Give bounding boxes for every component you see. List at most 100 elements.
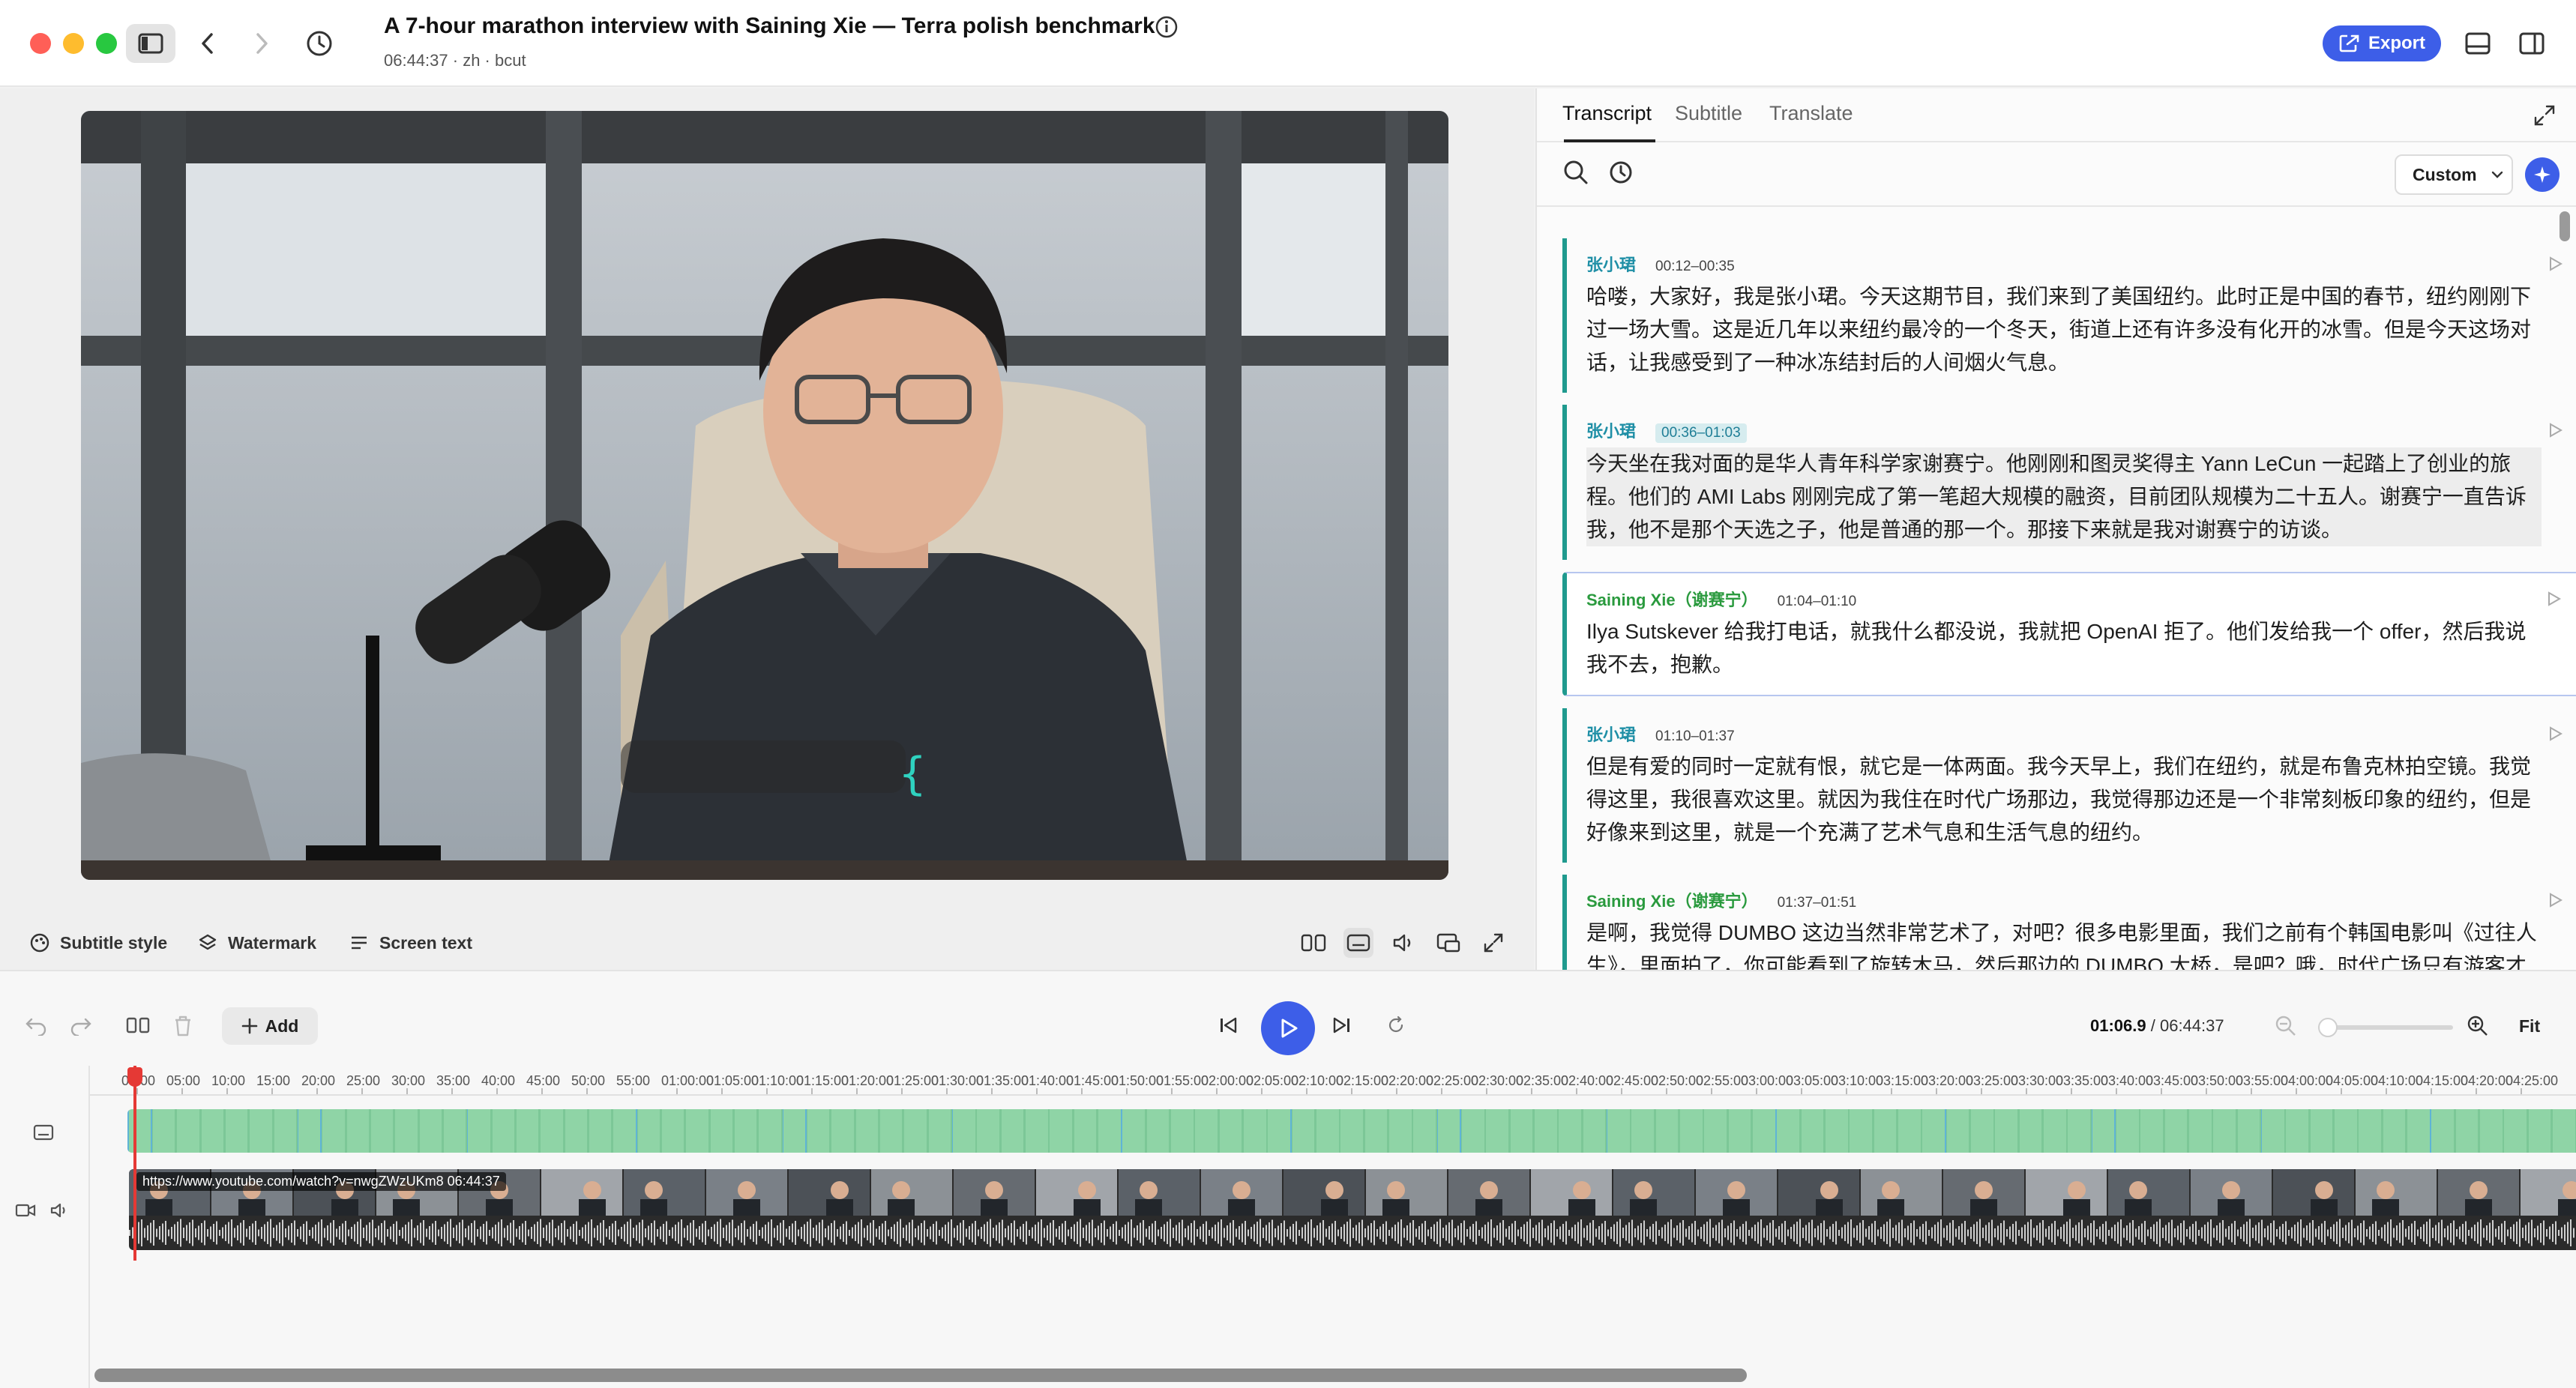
audio-waveform-bar [2498, 1226, 2500, 1240]
transcript-entry-active[interactable]: Saining Xie（谢赛宁） 01:04–01:10 Ilya Sutskev… [1562, 572, 2576, 696]
loop-button[interactable] [1385, 1015, 1412, 1042]
entry-text[interactable]: 今天坐在我对面的是华人青年科学家谢赛宁。他刚刚和图灵奖得主 Yann LeCun… [1586, 447, 2542, 546]
audio-waveform-bar [2096, 1229, 2098, 1237]
entry-text[interactable]: 哈喽，大家好，我是张小珺。今天这期节目，我们来到了美国纽约。此时正是中国的春节，… [1586, 280, 2542, 379]
skip-forward-button[interactable] [1330, 1013, 1360, 1043]
audio-waveform-bar [159, 1226, 160, 1240]
export-button[interactable]: Export [2323, 25, 2441, 61]
timeline-scrollbar[interactable] [94, 1369, 1747, 1382]
timeline-ruler[interactable]: 00:0005:0010:0015:0020:0025:0030:0035:00… [90, 1066, 2576, 1096]
text-lines-icon [352, 936, 367, 950]
ai-assist-button[interactable] [2525, 157, 2560, 192]
play-segment-icon[interactable] [2545, 590, 2563, 608]
playhead[interactable] [133, 1066, 136, 1261]
tab-subtitle[interactable]: Subtitle [1675, 102, 1742, 125]
audio-waveform-bar [1955, 1228, 1957, 1237]
sidebar-toggle-button[interactable] [126, 24, 175, 63]
audio-waveform-bar [2213, 1228, 2215, 1238]
fullscreen-button[interactable] [1478, 928, 1508, 958]
transcript-entry[interactable]: 张小珺 00:12–00:35 哈喽，大家好，我是张小珺。今天这期节目，我们来到了… [1562, 238, 2576, 393]
layout-bottom-button[interactable] [2462, 28, 2494, 58]
volume-button[interactable] [1388, 928, 1418, 958]
subtitle-track[interactable] [127, 1109, 2576, 1153]
play-segment-icon[interactable] [2546, 891, 2564, 909]
fit-button[interactable]: Fit [2519, 1016, 2540, 1037]
history-button[interactable] [303, 27, 336, 60]
audio-track-icon[interactable] [49, 1202, 69, 1219]
ruler-tick [1351, 1088, 1352, 1094]
audio-waveform-bar [138, 1222, 139, 1244]
speaker-name[interactable]: 张小珺 [1586, 722, 1636, 746]
tab-translate[interactable]: Translate [1769, 102, 1853, 125]
play-button[interactable] [1261, 1001, 1315, 1055]
close-window-button[interactable] [30, 33, 51, 54]
expand-panel-button[interactable] [2533, 103, 2560, 130]
screen-text-button[interactable]: Screen text [349, 919, 472, 967]
video-preview[interactable]: { [81, 111, 1448, 880]
search-button[interactable] [1562, 159, 1592, 189]
redo-button[interactable] [69, 1015, 96, 1042]
speaker-name[interactable]: 张小珺 [1586, 252, 1636, 276]
subtitle-segment-divider [1872, 1109, 1874, 1153]
audio-waveform-bar [1535, 1225, 1537, 1241]
play-segment-icon[interactable] [2546, 725, 2564, 743]
transcript-entry[interactable]: 张小珺 01:10–01:37 但是有爱的同时一定就有恨，就它是一体两面。我今天早… [1562, 708, 2576, 863]
transcript-entry[interactable]: 张小珺 00:36–01:03 今天坐在我对面的是华人青年科学家谢赛宁。他刚刚和图… [1562, 405, 2576, 560]
audio-waveform-bar [1631, 1219, 1633, 1246]
audio-waveform-bar [2417, 1229, 2419, 1237]
maximize-window-button[interactable] [96, 33, 117, 54]
forward-button[interactable] [247, 28, 277, 58]
zoom-in-button[interactable] [2467, 1015, 2492, 1040]
entry-timestamp[interactable]: 00:12–00:35 [1655, 259, 1735, 275]
picture-in-picture-button[interactable] [1433, 928, 1463, 958]
audio-waveform-bar [1835, 1221, 1837, 1245]
entry-timestamp[interactable]: 00:36–01:03 [1655, 423, 1747, 443]
audio-waveform-bar [1218, 1222, 1219, 1244]
subtitle-track-icon[interactable] [33, 1124, 54, 1141]
audio-waveform-bar [1616, 1222, 1618, 1244]
undo-button[interactable] [24, 1015, 51, 1042]
ruler-tick-label: 25:00 [346, 1073, 381, 1088]
ruler-tick [1981, 1088, 1982, 1094]
subtitle-style-button[interactable]: Subtitle style [30, 919, 167, 967]
info-button[interactable] [1153, 13, 1180, 40]
zoom-slider-track[interactable] [2327, 1025, 2453, 1030]
video-track-icon[interactable] [15, 1202, 36, 1219]
skip-back-button[interactable] [1216, 1013, 1246, 1043]
entry-timestamp[interactable]: 01:37–01:51 [1778, 895, 1857, 911]
audio-waveform-bar [477, 1229, 478, 1237]
entry-timestamp[interactable]: 01:04–01:10 [1778, 594, 1857, 610]
play-segment-icon[interactable] [2546, 255, 2564, 273]
mode-select[interactable]: Custom [2395, 154, 2513, 195]
captions-toggle-button[interactable] [1343, 928, 1373, 958]
audio-waveform-bar [1586, 1225, 1588, 1240]
speaker-name[interactable]: 张小珺 [1586, 418, 1636, 442]
play-segment-icon[interactable] [2546, 421, 2564, 439]
entry-text[interactable]: 但是有爱的同时一定就有恨，就它是一体两面。我今天早上，我们在纽约，就是布鲁克林拍… [1586, 750, 2542, 849]
audio-waveform-bar [1257, 1222, 1258, 1244]
transcript-entry[interactable]: Saining Xie（谢赛宁） 01:37–01:51 是啊，我觉得 DUMBO… [1562, 875, 2576, 970]
entry-timestamp[interactable]: 01:10–01:37 [1655, 728, 1735, 745]
zoom-slider-handle[interactable] [2318, 1018, 2338, 1037]
transcript-scrollbar[interactable] [2560, 211, 2570, 241]
entry-text[interactable]: Ilya Sutskever 给我打电话，就我什么都没说，我就把 OpenAI … [1586, 615, 2540, 681]
add-button[interactable]: Add [222, 1007, 318, 1045]
video-track[interactable]: https://www.youtube.com/watch?v=nwgZWzUK… [129, 1169, 2576, 1250]
audio-waveform-bar [1652, 1224, 1654, 1242]
split-clip-button[interactable] [126, 1015, 153, 1042]
entry-text[interactable]: 是啊，我觉得 DUMBO 这边当然非常艺术了，对吧？很多电影里面，我们之前有个韩… [1586, 917, 2542, 970]
delete-clip-button[interactable] [172, 1015, 199, 1042]
tab-transcript[interactable]: Transcript [1562, 102, 1652, 125]
minimize-window-button[interactable] [63, 33, 84, 54]
back-button[interactable] [192, 28, 222, 58]
speaker-name[interactable]: Saining Xie（谢赛宁） [1586, 888, 1758, 912]
speaker-name[interactable]: Saining Xie（谢赛宁） [1586, 587, 1758, 611]
timestamp-toggle-button[interactable] [1607, 159, 1637, 189]
layout-right-button[interactable] [2516, 28, 2548, 58]
split-view-button[interactable] [1298, 928, 1328, 958]
playhead-handle[interactable] [127, 1067, 142, 1087]
zoom-out-button[interactable] [2275, 1015, 2300, 1040]
redo-icon [70, 1018, 91, 1037]
audio-waveform-bar [681, 1219, 682, 1246]
watermark-button[interactable]: Watermark [198, 919, 316, 967]
